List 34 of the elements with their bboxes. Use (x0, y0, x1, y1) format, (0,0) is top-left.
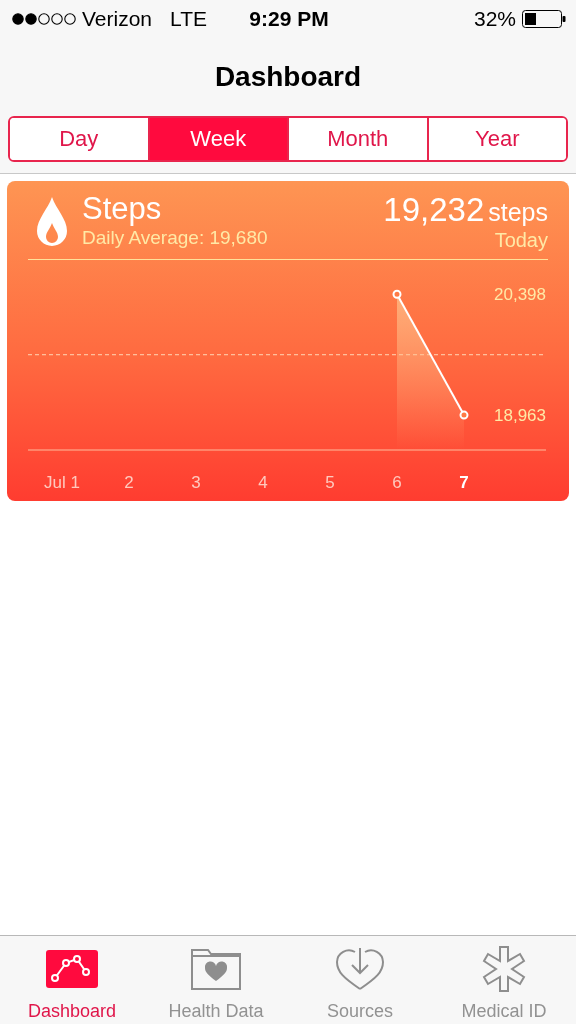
signal-icon (12, 12, 76, 26)
tab-bar-item[interactable]: Health Data (144, 936, 288, 1024)
axis-label: 6 (392, 473, 402, 492)
heart-download-icon (336, 947, 384, 991)
steps-value: 19,232 (383, 191, 485, 228)
steps-unit: steps (488, 198, 548, 226)
daily-average: Daily Average: 19,680 (82, 227, 268, 249)
axis-label: Jul 1 (44, 473, 80, 492)
flame-icon (36, 197, 68, 247)
medical-star-icon (481, 946, 527, 992)
battery-percentage: 32% (473, 7, 516, 31)
tab-bar-item[interactable]: Medical ID (432, 936, 576, 1024)
folder-heart-icon (191, 948, 241, 990)
axis-label: 4 (258, 473, 268, 492)
axis-label: 20,398 (494, 285, 546, 305)
axis-label: 3 (191, 473, 201, 492)
tab-bar-item[interactable]: Dashboard (0, 936, 144, 1024)
segment-tab[interactable]: Year (426, 118, 566, 160)
segment-tab[interactable]: Week (147, 118, 287, 160)
carrier-name: Verizon (82, 7, 153, 31)
axis-label: 18,963 (494, 406, 546, 426)
axis-label: 2 (124, 473, 134, 492)
axis-label: 7 (459, 473, 469, 492)
screen-title: Dashboard (213, 60, 363, 94)
data-point (392, 289, 402, 299)
chart-icon (46, 950, 98, 988)
card-title: Steps (82, 191, 163, 227)
tab-bar-item[interactable]: Sources (288, 936, 432, 1024)
battery-icon (522, 10, 566, 28)
period-label: Today (493, 229, 548, 251)
data-point (459, 410, 469, 420)
network-type: LTE (170, 7, 207, 31)
axis-label: 5 (325, 473, 335, 492)
clock-time: 9:29 PM (249, 7, 329, 31)
